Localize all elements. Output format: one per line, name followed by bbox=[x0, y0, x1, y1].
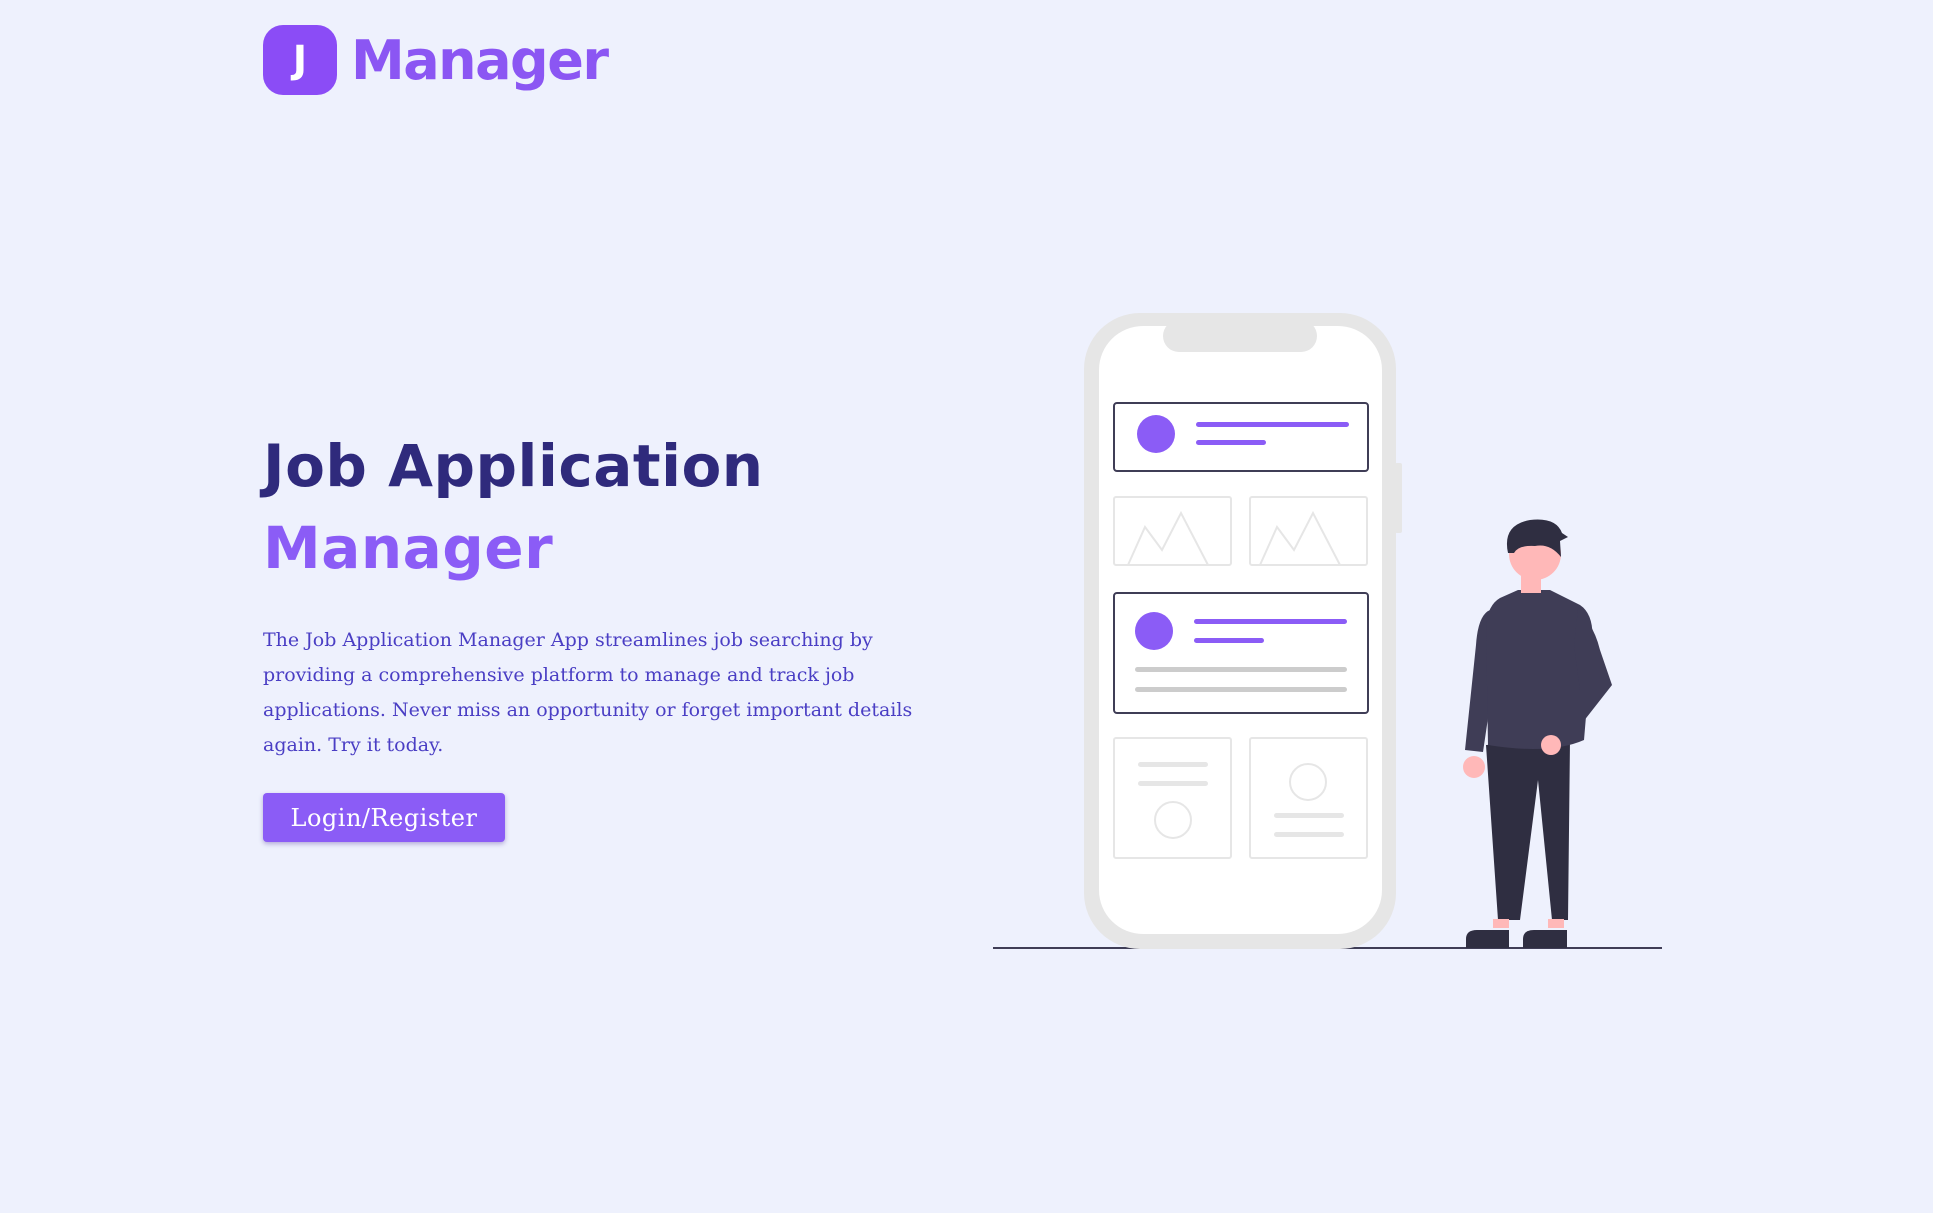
placeholder-card-right bbox=[1249, 737, 1368, 859]
logo[interactable]: J Manager bbox=[263, 25, 609, 95]
hero-title-line2: Manager bbox=[263, 514, 554, 582]
image-placeholder-right bbox=[1249, 496, 1368, 566]
login-register-button[interactable]: Login/Register bbox=[263, 793, 505, 842]
card-top bbox=[1113, 402, 1369, 472]
placeholder-card-left bbox=[1113, 737, 1232, 859]
person-figure bbox=[1463, 519, 1612, 948]
logo-text: Manager bbox=[351, 28, 609, 92]
card-middle bbox=[1113, 592, 1369, 714]
illustration-svg bbox=[993, 313, 1662, 949]
phone-side-button bbox=[1395, 463, 1402, 533]
hero-content: Job Application Manager The Job Applicat… bbox=[263, 425, 923, 842]
hero-description: The Job Application Manager App streamli… bbox=[263, 629, 913, 756]
phone-notch bbox=[1163, 320, 1317, 352]
hero-title-line1: Job Application bbox=[263, 432, 764, 500]
logo-mark-icon: J bbox=[263, 25, 337, 95]
person-with-phone-illustration bbox=[990, 305, 1670, 960]
image-placeholder-left bbox=[1113, 496, 1232, 566]
